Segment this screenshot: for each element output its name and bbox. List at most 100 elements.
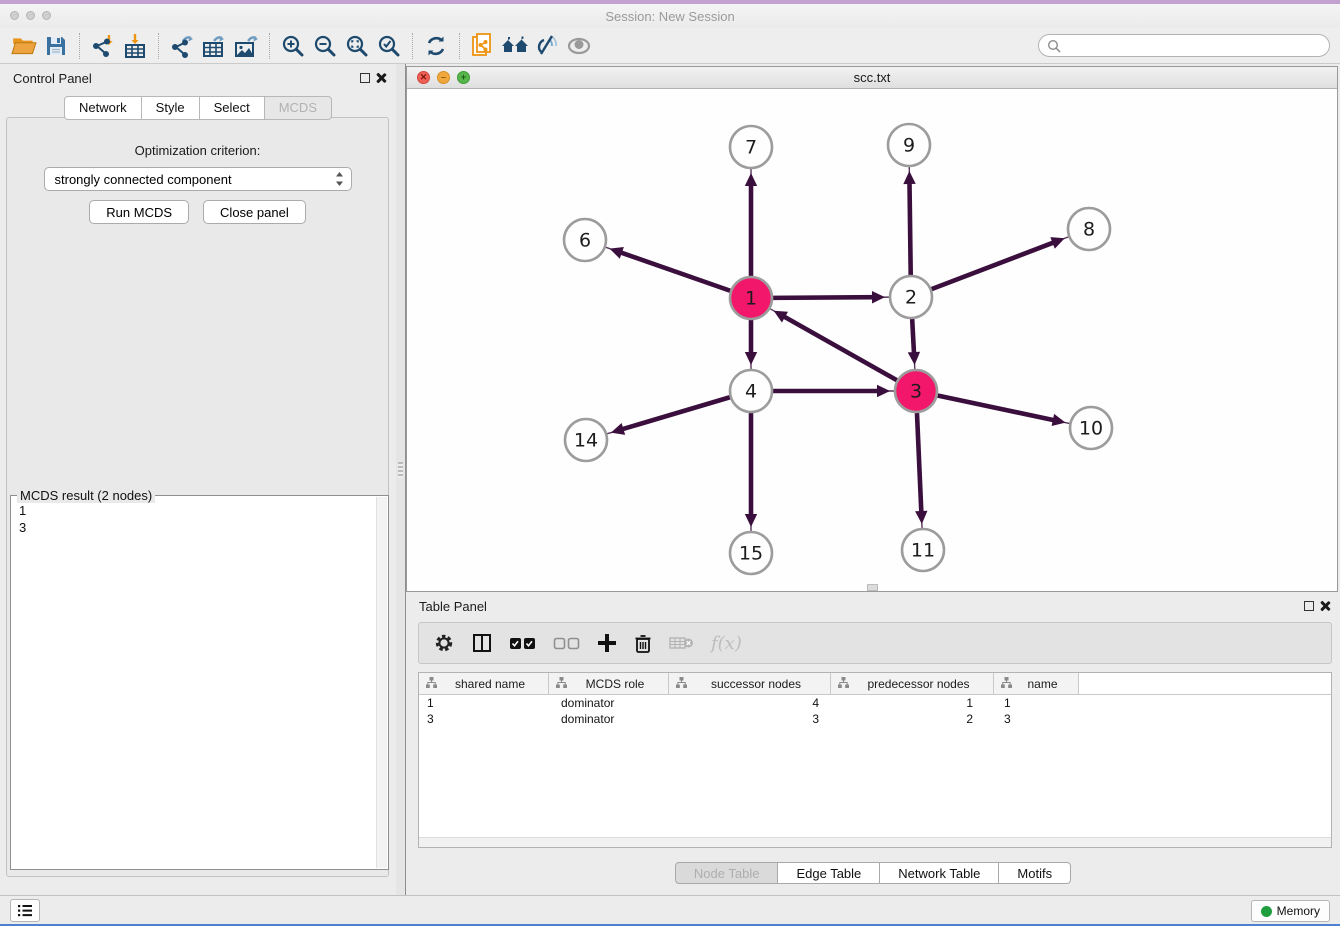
clone-network-icon <box>470 32 496 60</box>
checked-boxes-icon <box>509 637 536 650</box>
table-panel-title: Table Panel <box>419 599 487 614</box>
float-table-panel-icon[interactable] <box>1304 601 1314 611</box>
edge-arrowhead-4-14 <box>611 423 625 435</box>
tab-edge-table[interactable]: Edge Table <box>778 862 880 884</box>
open-session-button[interactable] <box>8 31 40 61</box>
maximize-view-icon[interactable]: + <box>457 71 470 84</box>
cell-predecessor-nodes[interactable]: 1 <box>831 696 994 710</box>
column-header-MCDS-role[interactable]: MCDS role <box>549 673 669 695</box>
panel-splitter[interactable] <box>396 64 406 895</box>
clone-network-button[interactable] <box>467 31 499 61</box>
zoom-in-button[interactable] <box>277 31 309 61</box>
edge-3-1[interactable] <box>783 316 897 380</box>
memory-button[interactable]: Memory <box>1251 900 1330 922</box>
table-row: 3dominator323 <box>419 711 1331 727</box>
graph-node-label-15: 15 <box>739 543 763 565</box>
save-session-button[interactable] <box>40 31 72 61</box>
show-columns-button[interactable] <box>472 633 492 653</box>
task-history-button[interactable] <box>10 899 40 922</box>
deselect-all-columns-button[interactable] <box>553 637 580 650</box>
edge-2-3[interactable] <box>912 319 914 354</box>
column-header-successor-nodes[interactable]: successor nodes <box>669 673 831 695</box>
plus-icon <box>597 633 617 653</box>
splitter-grip[interactable] <box>398 462 403 478</box>
export-table-button[interactable] <box>198 31 230 61</box>
tab-select[interactable]: Select <box>200 96 265 120</box>
apply-layout-button[interactable] <box>420 31 452 61</box>
control-panel: Control Panel NetworkStyleSelectMCDS Opt… <box>0 64 396 895</box>
close-panel-button[interactable]: Close panel <box>203 200 306 224</box>
export-network-button[interactable] <box>166 31 198 61</box>
canvas-scroll-gripper[interactable] <box>867 584 878 591</box>
cell-successor-nodes[interactable]: 4 <box>669 696 831 710</box>
cell-shared-name[interactable]: 1 <box>419 696 549 710</box>
table-settings-button[interactable] <box>433 632 455 654</box>
import-table-button[interactable] <box>119 31 151 61</box>
import-network-button[interactable] <box>87 31 119 61</box>
graph-node-label-11: 11 <box>911 540 935 562</box>
tab-style[interactable]: Style <box>142 96 200 120</box>
edge-2-8[interactable] <box>932 242 1055 289</box>
close-table-panel-icon[interactable] <box>1319 600 1331 612</box>
zoom-out-button[interactable] <box>309 31 341 61</box>
close-window-button[interactable] <box>10 11 19 20</box>
edge-3-11[interactable] <box>917 413 921 513</box>
cell-name[interactable]: 3 <box>994 712 1079 726</box>
minimize-window-button[interactable] <box>26 11 35 20</box>
column-pane-icon <box>472 633 492 653</box>
float-panel-icon[interactable] <box>360 73 370 83</box>
network-canvas[interactable]: 7968124310141511 <box>407 89 1337 591</box>
save-icon <box>44 34 68 58</box>
edge-4-14[interactable] <box>621 397 729 429</box>
cell-shared-name[interactable]: 3 <box>419 712 549 726</box>
optimization-criterion-select[interactable]: strongly connected component <box>44 167 352 191</box>
cell-name[interactable]: 1 <box>994 696 1079 710</box>
zoom-out-icon <box>312 33 338 59</box>
cell-MCDS-role[interactable]: dominator <box>549 712 669 726</box>
run-mcds-button[interactable]: Run MCDS <box>89 200 189 224</box>
graph-node-label-1: 1 <box>745 288 757 310</box>
column-label: predecessor nodes <box>850 677 993 691</box>
column-header-predecessor-nodes[interactable]: predecessor nodes <box>831 673 994 695</box>
tab-node-table[interactable]: Node Table <box>675 862 779 884</box>
edge-1-2[interactable] <box>773 297 874 298</box>
search-field[interactable] <box>1038 34 1330 57</box>
minimize-view-icon[interactable]: – <box>437 71 450 84</box>
edge-arrowhead-1-6 <box>610 247 624 259</box>
edge-3-10[interactable] <box>938 396 1055 421</box>
select-all-columns-button[interactable] <box>509 637 536 650</box>
network-title: scc.txt <box>854 70 891 85</box>
close-view-icon[interactable]: ✕ <box>417 71 430 84</box>
result-scrollbar[interactable] <box>376 497 387 868</box>
zoom-selected-button[interactable] <box>373 31 405 61</box>
tab-motifs[interactable]: Motifs <box>999 862 1071 884</box>
hide-graphics-button[interactable] <box>531 31 563 61</box>
table-scrollbar[interactable] <box>419 837 1331 847</box>
graph-node-label-6: 6 <box>579 230 591 252</box>
export-image-button[interactable] <box>230 31 262 61</box>
zoom-in-icon <box>280 33 306 59</box>
delete-table-button[interactable] <box>669 635 694 651</box>
first-neighbors-button[interactable] <box>499 31 531 61</box>
cell-predecessor-nodes[interactable]: 2 <box>831 712 994 726</box>
search-input[interactable] <box>1066 38 1321 53</box>
show-graphics-button[interactable] <box>563 31 595 61</box>
zoom-fit-button[interactable] <box>341 31 373 61</box>
export-network-icon <box>169 33 195 59</box>
cell-MCDS-role[interactable]: dominator <box>549 696 669 710</box>
tab-network-table[interactable]: Network Table <box>880 862 999 884</box>
edge-2-9[interactable] <box>909 182 910 275</box>
delete-column-button[interactable] <box>634 633 652 654</box>
tab-network[interactable]: Network <box>64 96 142 120</box>
edge-1-6[interactable] <box>620 252 730 291</box>
zoom-window-button[interactable] <box>42 11 51 20</box>
tab-mcds[interactable]: MCDS <box>265 96 332 120</box>
network-graph[interactable]: 7968124310141511 <box>407 89 1337 591</box>
function-builder-button[interactable]: f(x) <box>711 633 742 654</box>
column-header-shared-name[interactable]: shared name <box>419 673 549 695</box>
column-header-name[interactable]: name <box>994 673 1079 695</box>
close-panel-icon[interactable] <box>375 72 387 84</box>
cell-successor-nodes[interactable]: 3 <box>669 712 831 726</box>
network-window-titlebar[interactable]: ✕ – + scc.txt <box>407 67 1337 89</box>
create-column-button[interactable] <box>597 633 617 653</box>
